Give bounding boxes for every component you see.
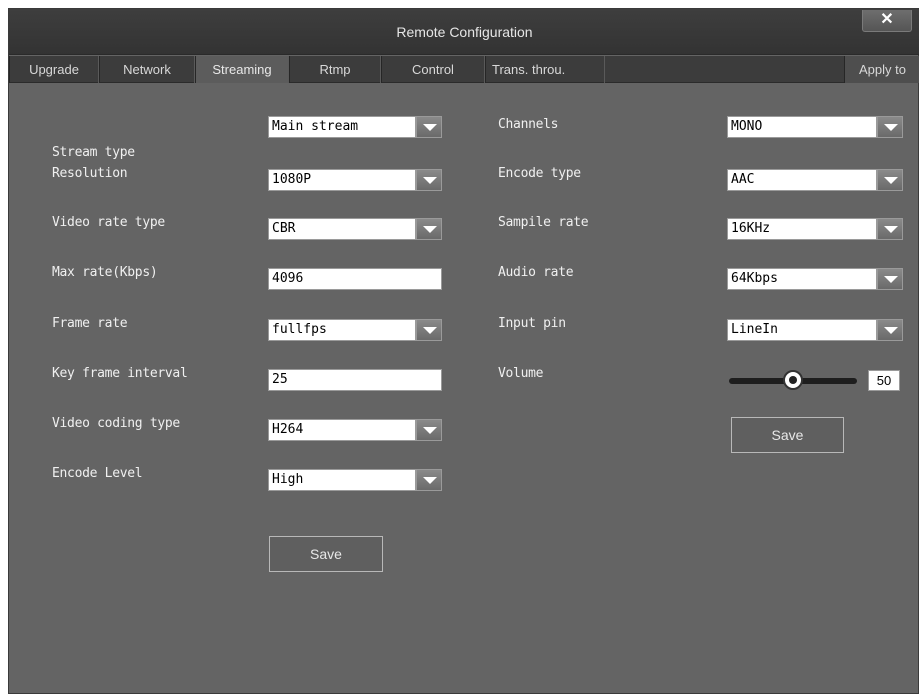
frame-rate-label: Frame rate [52, 316, 128, 331]
volume-value[interactable]: 50 [868, 370, 900, 391]
audio-rate-dropdown-icon[interactable] [877, 268, 903, 290]
sample-rate-select[interactable]: 16KHz [727, 218, 877, 240]
encode-type-dropdown-icon[interactable] [877, 169, 903, 191]
frame-rate-select[interactable]: fullfps [268, 319, 416, 341]
video-rate-type-select[interactable]: CBR [268, 218, 416, 240]
key-frame-interval-input[interactable]: 25 [268, 369, 442, 391]
max-rate-label: Max rate(Kbps) [52, 265, 158, 280]
input-pin-select[interactable]: LineIn [727, 319, 877, 341]
tab-streaming[interactable]: Streaming [195, 56, 289, 83]
stream-type-select[interactable]: Main stream [268, 116, 416, 138]
audio-rate-select[interactable]: 64Kbps [727, 268, 877, 290]
sample-rate-label: Sampile rate [498, 215, 589, 230]
encode-type-select[interactable]: AAC [727, 169, 877, 191]
window-title: Remote Configuration [396, 24, 533, 40]
tab-trans-throu[interactable]: Trans. throu. [485, 56, 605, 83]
tab-rtmp[interactable]: Rtmp [289, 56, 381, 83]
resolution-dropdown-icon[interactable] [416, 169, 442, 191]
channels-select[interactable]: MONO [727, 116, 877, 138]
audio-rate-label: Audio rate [498, 265, 574, 280]
volume-slider-handle[interactable] [783, 370, 803, 390]
tab-upgrade[interactable]: Upgrade [9, 56, 99, 83]
tab-bar: Upgrade Network Streaming Rtmp Control T… [9, 56, 919, 83]
audio-save-button[interactable]: Save [731, 417, 844, 453]
resolution-label: Resolution [52, 166, 128, 181]
volume-label: Volume [498, 366, 544, 381]
video-coding-type-dropdown-icon[interactable] [416, 419, 442, 441]
tab-network[interactable]: Network [99, 56, 195, 83]
apply-to-button[interactable]: Apply to [844, 56, 919, 83]
encode-type-label: Encode type [498, 166, 581, 181]
video-save-button[interactable]: Save [269, 536, 383, 572]
resolution-select[interactable]: 1080P [268, 169, 416, 191]
frame-rate-dropdown-icon[interactable] [416, 319, 442, 341]
stream-type-dropdown-icon[interactable] [416, 116, 442, 138]
encode-level-label: Encode Level [52, 466, 143, 481]
remote-configuration-window: Remote Configuration ✕ Upgrade Network S… [8, 8, 919, 694]
tab-control[interactable]: Control [381, 56, 485, 83]
channels-dropdown-icon[interactable] [877, 116, 903, 138]
encode-level-select[interactable]: High [268, 469, 416, 491]
channels-label: Channels [498, 117, 559, 132]
video-coding-type-label: Video coding type [52, 416, 180, 431]
title-bar[interactable]: Remote Configuration ✕ [9, 9, 919, 55]
stream-type-label: Stream type [52, 145, 135, 160]
close-button[interactable]: ✕ [862, 10, 912, 32]
video-rate-type-label: Video rate type [52, 215, 165, 230]
video-coding-type-select[interactable]: H264 [268, 419, 416, 441]
input-pin-label: Input pin [498, 316, 566, 331]
input-pin-dropdown-icon[interactable] [877, 319, 903, 341]
video-rate-type-dropdown-icon[interactable] [416, 218, 442, 240]
sample-rate-dropdown-icon[interactable] [877, 218, 903, 240]
key-frame-interval-label: Key frame interval [52, 366, 188, 381]
max-rate-input[interactable]: 4096 [268, 268, 442, 290]
encode-level-dropdown-icon[interactable] [416, 469, 442, 491]
